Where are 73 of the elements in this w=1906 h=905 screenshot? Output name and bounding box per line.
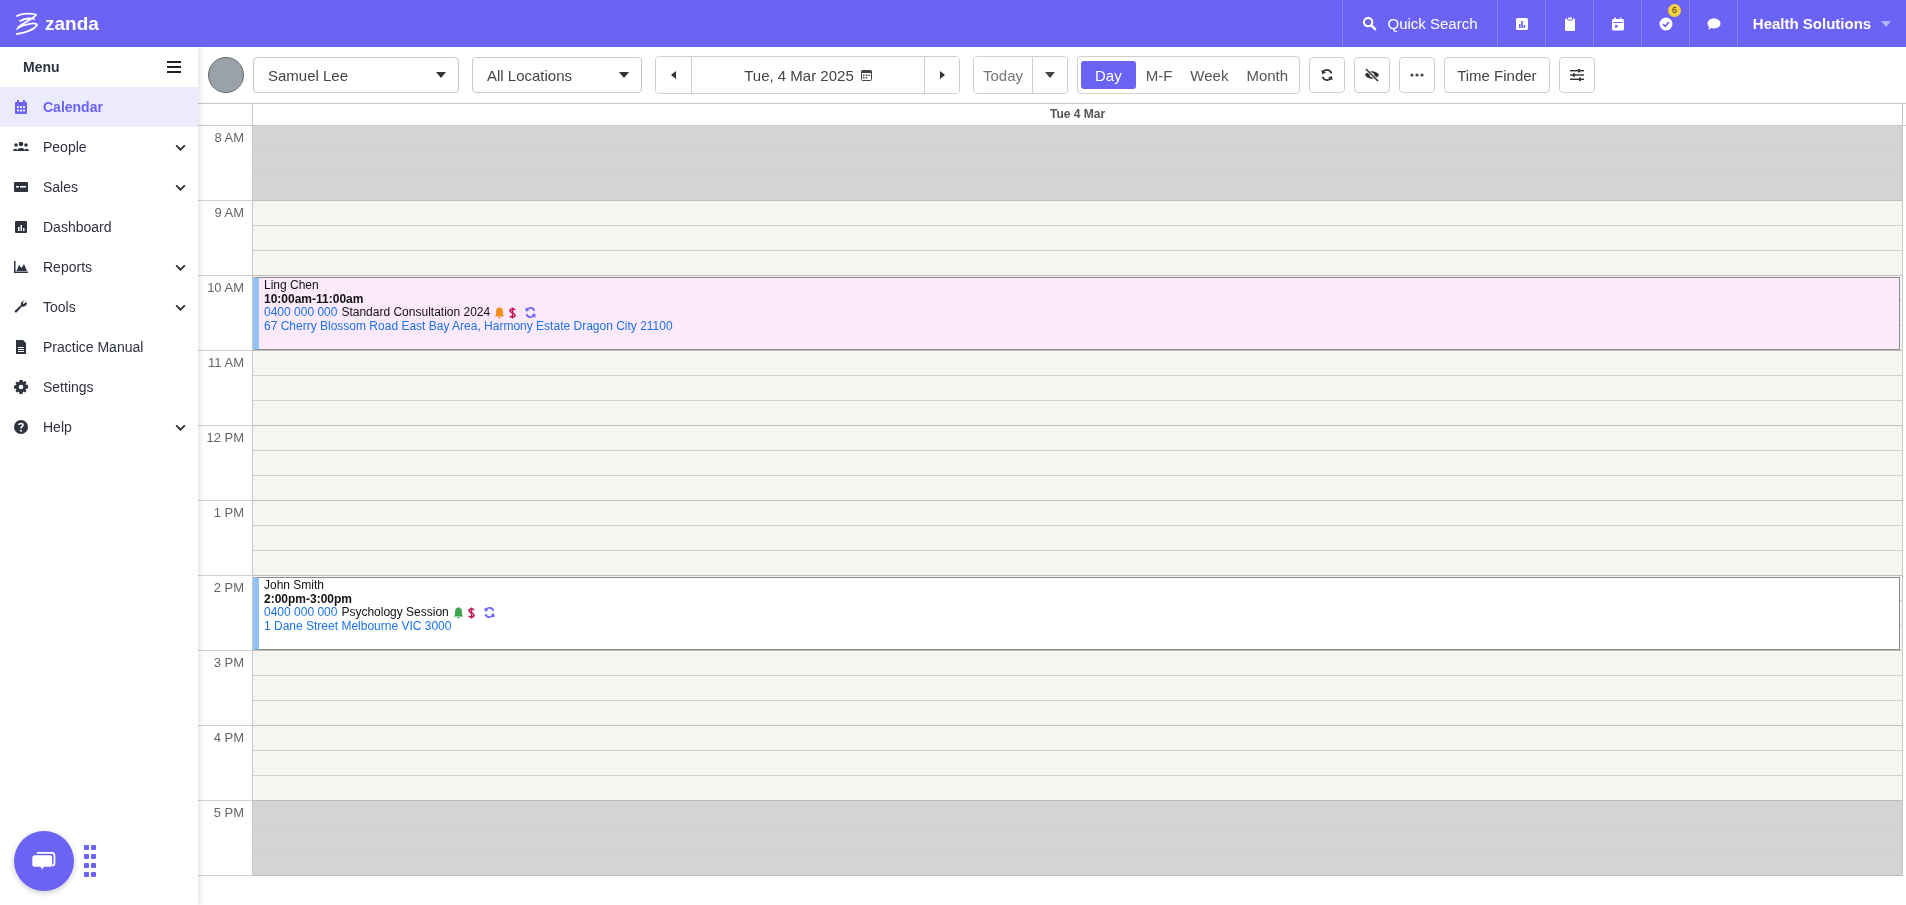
hour-label: 9 AM xyxy=(214,205,244,220)
appointment-time: 2:00pm-3:00pm xyxy=(264,592,354,606)
filter-settings-button[interactable] xyxy=(1558,57,1595,93)
document-icon xyxy=(13,339,29,355)
area-chart-icon xyxy=(13,259,29,275)
address-link[interactable]: 67 Cherry Blossom Road East Bay Area, Harmony Estate Dragon City 21100 xyxy=(264,319,1894,333)
help-icon xyxy=(13,419,29,435)
caret-right-icon xyxy=(939,71,945,79)
client-name: Ling Chen xyxy=(264,279,320,293)
notification-badge: 6 xyxy=(1668,4,1681,17)
sidebar-item[interactable]: Practice Manual xyxy=(0,327,198,367)
client-name: John Smith xyxy=(264,579,326,593)
sidebar-item[interactable]: Dashboard xyxy=(0,207,198,247)
sidebar-item[interactable]: Reports xyxy=(0,247,198,287)
drag-handle-icon[interactable] xyxy=(84,845,96,877)
caret-icon xyxy=(1045,72,1055,78)
service-name: Psychology Session xyxy=(341,606,449,620)
bar-chart-icon xyxy=(1513,15,1530,32)
sidebar-item[interactable]: People xyxy=(0,127,198,167)
address-link[interactable]: 1 Dane Street Melbourne VIC 3000 xyxy=(264,619,1894,633)
id-card-icon xyxy=(13,179,29,195)
calendar-icon xyxy=(860,69,872,81)
phone-link[interactable]: 0400 000 000 xyxy=(264,606,338,620)
practitioner-dropdown[interactable]: Samuel Lee xyxy=(253,57,459,93)
location-dropdown[interactable]: All Locations xyxy=(472,57,642,93)
repeat-icon xyxy=(482,606,496,620)
calendar-icon xyxy=(1609,15,1626,32)
hide-button[interactable] xyxy=(1354,57,1391,93)
hour-label: 5 PM xyxy=(213,805,244,820)
menu-icon[interactable] xyxy=(167,61,181,73)
sidebar-item[interactable]: Calendar xyxy=(0,87,198,127)
sidebar-item[interactable]: Tools xyxy=(0,287,198,327)
appointment-time: 10:00am-11:00am xyxy=(264,292,365,306)
eye-slash-icon xyxy=(1364,68,1381,82)
repeat-icon xyxy=(524,306,538,320)
refresh-button[interactable] xyxy=(1309,57,1346,93)
dollar-icon xyxy=(509,306,517,319)
time-finder-button[interactable]: Time Finder xyxy=(1444,57,1550,93)
hour-label: 12 PM xyxy=(206,430,244,445)
hour-label: 11 AM xyxy=(208,355,244,370)
hour-label: 3 PM xyxy=(213,655,244,670)
sidebar-item[interactable]: Sales xyxy=(0,167,198,207)
view-tab[interactable]: Day xyxy=(1081,61,1136,89)
bar-chart-icon xyxy=(13,219,29,235)
ellipsis-icon xyxy=(1410,73,1425,77)
phone-link[interactable]: 0400 000 000 xyxy=(264,306,338,320)
hour-label: 2 PM xyxy=(213,580,244,595)
day-header: Tue 4 Mar xyxy=(253,104,1903,125)
chat-button[interactable] xyxy=(14,831,74,891)
service-name: Standard Consultation 2024 xyxy=(341,306,491,320)
hour-label: 10 AM xyxy=(207,280,244,295)
sidebar-item[interactable]: Help xyxy=(0,407,198,447)
hour-label: 4 PM xyxy=(213,730,244,745)
wrench-icon xyxy=(13,299,29,315)
sliders-icon xyxy=(1569,69,1584,81)
caret-icon xyxy=(1881,20,1892,27)
hour-label: 8 AM xyxy=(214,130,244,145)
avatar xyxy=(208,57,244,93)
refresh-icon xyxy=(1320,68,1335,82)
today-options-button[interactable] xyxy=(1032,57,1067,93)
sidebar-item[interactable]: Settings xyxy=(0,367,198,407)
caret-left-icon xyxy=(671,71,676,79)
menu-title: Menu xyxy=(23,59,60,75)
caret-icon xyxy=(619,72,629,78)
brand-name: zanda xyxy=(45,12,99,35)
search-icon xyxy=(1362,16,1378,31)
dollar-icon xyxy=(467,606,475,619)
calendar-icon xyxy=(13,99,29,115)
logo-icon xyxy=(14,11,40,36)
caret-icon xyxy=(436,72,446,78)
hour-label: 1 PM xyxy=(213,505,244,520)
settings-icon xyxy=(13,379,29,395)
check-circle-icon xyxy=(1657,15,1674,32)
